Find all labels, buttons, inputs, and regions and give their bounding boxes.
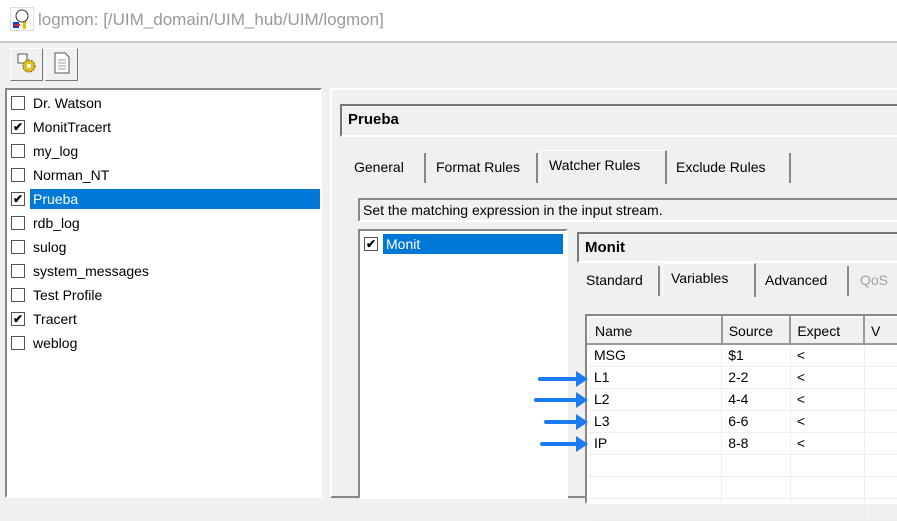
checkbox[interactable]: ✔ xyxy=(11,312,25,326)
profile-label: my_log xyxy=(33,143,79,159)
table-cell xyxy=(864,366,897,389)
checkbox[interactable] xyxy=(11,240,25,254)
table-row[interactable]: MSG $1 < xyxy=(588,344,897,367)
window-title: logmon: [/UIM_domain/UIM_hub/UIM/logmon] xyxy=(38,10,384,29)
profile-item[interactable]: rdb_log xyxy=(11,211,83,235)
table-cell xyxy=(864,344,897,367)
tab-general[interactable]: General xyxy=(346,153,426,183)
table-row xyxy=(588,454,897,477)
table-cell: 6-6 xyxy=(721,410,791,433)
checkbox[interactable] xyxy=(11,144,25,158)
profile-list[interactable]: Dr. Watson ✔ MonitTracert my_log Norman_NT ✔ P… xyxy=(5,88,322,498)
table-cell: 4-4 xyxy=(721,388,791,411)
profile-label: system_messages xyxy=(33,263,149,279)
table-row xyxy=(588,498,897,521)
profile-item[interactable]: ✔ Prueba xyxy=(11,187,320,211)
tab-watcher-rules[interactable]: Watcher Rules xyxy=(540,150,667,184)
settings-gear-icon xyxy=(16,52,38,77)
profile-title: Prueba xyxy=(340,104,897,137)
description-field: Set the matching expression in the input… xyxy=(358,198,897,222)
new-profile-button[interactable] xyxy=(45,48,78,81)
tab-advanced[interactable]: Advanced xyxy=(757,266,849,296)
settings-button[interactable] xyxy=(10,48,43,81)
watcher-list[interactable]: ✔ Monit xyxy=(358,229,568,499)
table-cell: < xyxy=(790,344,865,367)
profile-label: Norman_NT xyxy=(33,167,110,183)
checkbox[interactable] xyxy=(11,288,25,302)
table-cell: MSG xyxy=(588,344,723,367)
arrow-annotation xyxy=(540,436,588,452)
arrow-annotation xyxy=(534,392,588,408)
table-row[interactable]: IP 8-8 < xyxy=(588,432,897,455)
watcher-title: Monit xyxy=(577,232,897,263)
profile-item[interactable]: ✔ Tracert xyxy=(11,307,80,331)
profile-label: sulog xyxy=(33,239,67,255)
checkbox[interactable] xyxy=(11,336,25,350)
profile-item[interactable]: Test Profile xyxy=(11,283,105,307)
profile-item[interactable]: Dr. Watson xyxy=(11,91,105,115)
profile-item[interactable]: system_messages xyxy=(11,259,152,283)
checkbox[interactable]: ✔ xyxy=(364,237,378,251)
profile-label: MonitTracert xyxy=(33,119,112,135)
checkbox[interactable]: ✔ xyxy=(11,192,25,206)
document-icon xyxy=(52,52,72,77)
profile-label: Tracert xyxy=(33,311,77,327)
column-header[interactable]: Name xyxy=(587,316,723,345)
profile-item[interactable]: Norman_NT xyxy=(11,163,112,187)
table-row[interactable]: L1 2-2 < xyxy=(588,366,897,389)
table-cell: L3 xyxy=(588,410,723,433)
profile-label: rdb_log xyxy=(33,215,80,231)
profile-item[interactable]: my_log xyxy=(11,139,81,163)
table-cell: $1 xyxy=(721,344,791,367)
checkbox[interactable] xyxy=(11,264,25,278)
table-cell: L2 xyxy=(588,388,723,411)
arrow-annotation xyxy=(544,414,588,430)
profile-label: Prueba xyxy=(30,189,320,209)
table-cell: < xyxy=(790,366,865,389)
table-cell: < xyxy=(790,388,865,411)
table-cell: < xyxy=(790,432,865,455)
table-cell xyxy=(864,410,897,433)
profile-item[interactable]: weblog xyxy=(11,331,80,355)
tab-exclude-rules[interactable]: Exclude Rules xyxy=(668,153,791,183)
app-icon xyxy=(10,7,34,31)
table-row xyxy=(588,476,897,499)
profile-label: Test Profile xyxy=(33,287,103,303)
arrow-annotation xyxy=(538,371,588,387)
tab-format-rules[interactable]: Format Rules xyxy=(428,153,538,183)
checkbox[interactable] xyxy=(11,168,25,182)
profile-item[interactable]: sulog xyxy=(11,235,69,259)
tab-qos[interactable]: QoS xyxy=(852,266,897,296)
column-header[interactable]: Source xyxy=(720,316,792,345)
checkbox[interactable] xyxy=(11,96,25,110)
variables-table: Name Source Expect V MSG $1 < L1 2-2 < L2 4-4 < L3 6-6… xyxy=(585,314,897,521)
table-row[interactable]: L3 6-6 < xyxy=(588,410,897,433)
profile-label: Dr. Watson xyxy=(33,95,102,111)
table-cell xyxy=(864,432,897,455)
table-row[interactable]: L2 4-4 < xyxy=(588,388,897,411)
watcher-item-monit[interactable]: ✔ Monit xyxy=(364,232,563,256)
table-cell: L1 xyxy=(588,366,723,389)
column-header[interactable]: Expect xyxy=(789,316,865,345)
table-cell: < xyxy=(790,410,865,433)
checkbox[interactable] xyxy=(11,216,25,230)
table-cell: IP xyxy=(588,432,723,455)
table-cell xyxy=(864,388,897,411)
tab-variables[interactable]: Variables xyxy=(662,263,756,297)
tab-standard[interactable]: Standard xyxy=(578,266,660,296)
column-header[interactable]: V xyxy=(863,316,897,345)
table-cell: 2-2 xyxy=(721,366,791,389)
checkbox[interactable]: ✔ xyxy=(11,120,25,134)
profile-item[interactable]: ✔ MonitTracert xyxy=(11,115,114,139)
title-bar: logmon: [/UIM_domain/UIM_hub/UIM/logmon] xyxy=(0,0,897,43)
profile-label: weblog xyxy=(33,335,78,351)
table-cell: 8-8 xyxy=(721,432,791,455)
